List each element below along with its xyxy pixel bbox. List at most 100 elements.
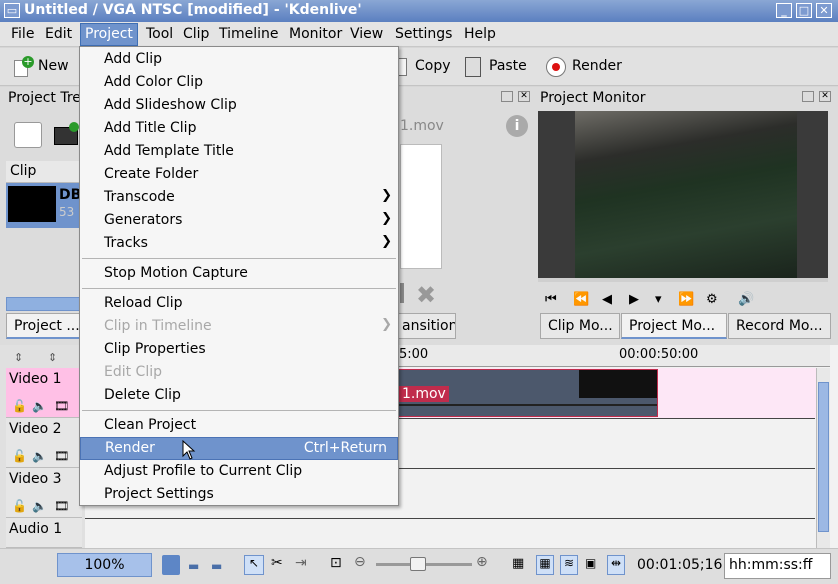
track-audio-1[interactable]: Audio 1 [6, 518, 82, 548]
new-button[interactable]: + [10, 56, 34, 78]
video-icon[interactable]: 🎞 [54, 499, 69, 513]
menu-file[interactable]: File [11, 26, 34, 42]
clip-list-item[interactable]: DB 53 [6, 183, 86, 228]
menu-view[interactable]: View [350, 26, 383, 42]
track-video-1[interactable]: Video 1 🔓 🔈 🎞 [6, 368, 82, 418]
delete-icon[interactable]: ✖ [416, 281, 436, 309]
tab-transition[interactable]: ansition [394, 313, 456, 339]
menu-item-delete-clip[interactable]: Delete Clip [80, 385, 398, 408]
menu-item-add-template-title[interactable]: Add Template Title [80, 141, 398, 164]
audio-icon[interactable]: 🔈 [32, 499, 47, 513]
video-icon[interactable]: 🎞 [54, 449, 69, 463]
audio-icon[interactable]: 🔈 [32, 399, 47, 413]
forward-icon[interactable]: ⏩ [678, 292, 694, 307]
video-preview[interactable] [538, 111, 828, 278]
menu-item-add-title-clip[interactable]: Add Title Clip [80, 118, 398, 141]
track-video-2[interactable]: Video 2 🔓 🔈 🎞 [6, 418, 82, 468]
menu-help[interactable]: Help [464, 26, 496, 42]
insert-icon[interactable]: ▬ [211, 559, 222, 573]
info-icon[interactable]: i [506, 115, 528, 137]
paste-icon[interactable] [465, 57, 481, 77]
close-panel-icon[interactable]: ✕ [819, 91, 831, 102]
float-icon[interactable] [501, 91, 513, 102]
zoom-in-icon[interactable]: ⊕ [476, 554, 488, 570]
horizontal-scrollbar[interactable] [6, 297, 86, 311]
menu-settings[interactable]: Settings [395, 26, 452, 42]
vertical-scrollbar[interactable] [816, 368, 830, 548]
minimize-icon[interactable]: _ [776, 3, 792, 18]
zoom-out-icon[interactable]: ⊖ [354, 554, 366, 570]
audio-icon[interactable]: 🔈 [32, 449, 47, 463]
video-thumbs-icon[interactable]: ▦ [536, 555, 554, 575]
maximize-icon[interactable]: □ [796, 3, 812, 18]
menu-item-stop-motion-capture[interactable]: Stop Motion Capture [80, 263, 398, 286]
menu-edit[interactable]: Edit [45, 26, 72, 42]
close-icon[interactable]: ✕ [816, 3, 832, 18]
paste-button[interactable]: Paste [489, 58, 527, 74]
zoom-in-icon[interactable]: ⇕ [14, 351, 23, 364]
tab-project-monitor[interactable]: Project Mo... [621, 313, 727, 339]
markers-icon[interactable]: ▣ [585, 556, 596, 570]
menu-monitor[interactable]: Monitor [289, 26, 342, 42]
clip-column-header[interactable]: Clip [6, 161, 86, 183]
tab-record-monitor[interactable]: Record Mo... [728, 313, 831, 339]
add-clip-icon[interactable] [14, 122, 42, 148]
fit-zoom-icon[interactable]: ⊡ [330, 555, 342, 571]
lock-icon[interactable]: 🔓 [12, 449, 27, 463]
menu-item-clip-properties[interactable]: Clip Properties [80, 339, 398, 362]
render-button[interactable]: Render [572, 58, 622, 74]
menu-tool[interactable]: Tool [146, 26, 173, 42]
step-back-icon[interactable]: ◀ [602, 292, 612, 307]
render-icon[interactable] [546, 57, 566, 77]
volume-icon[interactable]: 🔊 [738, 292, 754, 307]
menu-project[interactable]: Project [80, 23, 138, 46]
film-add-icon[interactable] [54, 122, 79, 145]
menu-item-add-color-clip[interactable]: Add Color Clip [80, 72, 398, 95]
track-video-3[interactable]: Video 3 🔓 🔈 🎞 [6, 468, 82, 518]
waveform-icon[interactable]: ≋ [560, 555, 578, 575]
zoom-slider[interactable] [376, 557, 472, 571]
menu-item-add-slideshow-clip[interactable]: Add Slideshow Clip [80, 95, 398, 118]
rewind-icon[interactable]: ⏮ [545, 292, 557, 307]
select-tool-icon[interactable]: ↖ [244, 555, 264, 575]
lock-icon[interactable]: 🔓 [12, 499, 27, 513]
overwrite-icon[interactable]: ▬ [188, 559, 199, 573]
menu-clip[interactable]: Clip [183, 26, 209, 42]
new-label[interactable]: New [38, 58, 69, 74]
timeline-clip[interactable]: 1.mov [398, 369, 658, 417]
settings-icon[interactable]: ⚙ [706, 292, 718, 307]
razor-tool-icon[interactable]: ✂ [271, 555, 283, 571]
menu-item-create-folder[interactable]: Create Folder [80, 164, 398, 187]
float-icon[interactable] [802, 91, 814, 102]
menu-item-add-clip[interactable]: Add Clip [80, 49, 398, 72]
chevron-down-icon[interactable]: ▾ [655, 292, 662, 307]
menu-item-clean-project[interactable]: Clean Project [80, 415, 398, 438]
tab-clip-monitor[interactable]: Clip Mo... [540, 313, 620, 339]
seek-bar[interactable] [538, 278, 828, 282]
menu-item-reload-clip[interactable]: Reload Clip [80, 293, 398, 316]
scroll-thumb[interactable] [818, 382, 829, 532]
timecode-format-select[interactable]: hh:mm:ss:ff [724, 553, 831, 579]
thumbnail-icon[interactable]: ▦ [512, 556, 524, 571]
spacer-tool-icon[interactable]: ⇥ [295, 555, 307, 571]
snap-icon[interactable]: ⇹ [607, 555, 625, 575]
lock-icon[interactable]: 🔓 [12, 399, 27, 413]
menu-item-tracks[interactable]: Tracks ❯ [80, 233, 398, 256]
video-icon[interactable]: 🎞 [54, 399, 69, 413]
menu-item-render[interactable]: Render Ctrl+Return [80, 437, 398, 460]
menu-item-clip-in-timeline[interactable]: Clip in Timeline ❯ [80, 316, 398, 339]
zoom-out-icon[interactable]: ⇕ [48, 351, 57, 364]
window-menu-icon[interactable]: ▭ [4, 3, 20, 18]
menu-item-project-settings[interactable]: Project Settings [80, 484, 398, 507]
play-icon[interactable]: ▶ [629, 292, 639, 307]
zoom-level[interactable]: 100% [57, 553, 152, 577]
menu-item-generators[interactable]: Generators ❯ [80, 210, 398, 233]
tab-project-tree[interactable]: Project ... [6, 313, 82, 339]
menu-timeline[interactable]: Timeline [219, 26, 279, 42]
menu-item-edit-clip[interactable]: Edit Clip [80, 362, 398, 385]
menu-item-transcode[interactable]: Transcode ❯ [80, 187, 398, 210]
copy-button[interactable]: Copy [415, 58, 451, 74]
menu-item-adjust-profile[interactable]: Adjust Profile to Current Clip [80, 461, 398, 484]
track-view-icon[interactable] [162, 555, 180, 575]
frame-back-icon[interactable]: ⏪ [573, 292, 589, 307]
